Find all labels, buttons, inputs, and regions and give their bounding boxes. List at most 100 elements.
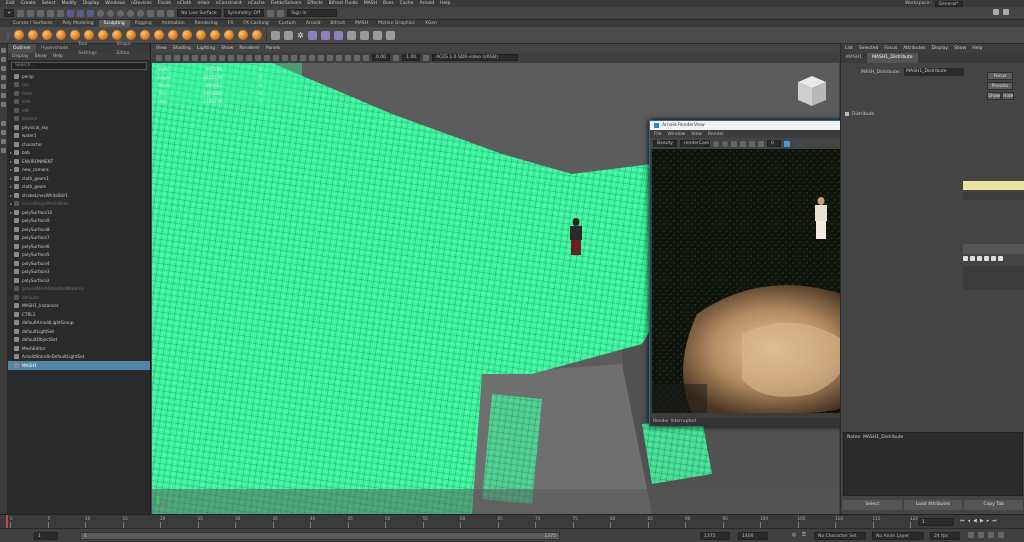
shelf-tab-sculpting[interactable]: Sculpting	[98, 20, 130, 27]
outliner-item[interactable]: defaultObjectSet	[8, 336, 150, 345]
anim-prefs-icon[interactable]	[988, 532, 994, 538]
time-slider[interactable]: 0 5 10 15 20 25 30 35 40 45 50 55 60 65 70 75 80 85 90 95 10…	[0, 514, 1024, 528]
hide-button[interactable]: Hide	[1002, 92, 1015, 100]
current-time-marker[interactable]	[6, 515, 8, 528]
attr-menu-attributes[interactable]: Attributes	[903, 46, 925, 51]
lights-icon[interactable]	[282, 54, 288, 61]
aov-dropdown[interactable]: Beauty	[653, 140, 677, 147]
mesh-icon-3[interactable]	[372, 30, 382, 40]
fill-tool-icon[interactable]	[182, 30, 192, 40]
anim-layer-dropdown[interactable]: No Anim Layer	[872, 532, 924, 540]
shelf-tab-fx-caching[interactable]: FX Caching	[238, 20, 273, 27]
menu-select[interactable]: Select	[42, 1, 56, 6]
new-scene-icon[interactable]	[17, 9, 25, 17]
shelf-tab-fx[interactable]: FX	[223, 20, 239, 27]
menu-edit[interactable]: Edit	[6, 1, 15, 6]
mini-button-4[interactable]	[984, 256, 989, 261]
user-icon[interactable]	[993, 9, 999, 15]
shelf-tab-rendering[interactable]: Rendering	[190, 20, 223, 27]
menu-mash[interactable]: MASH	[364, 1, 377, 6]
attr-menu-focus[interactable]: Focus	[884, 46, 897, 51]
play-back-icon[interactable]: ◀	[973, 518, 977, 524]
bookmark-icon[interactable]	[174, 54, 180, 61]
outliner-item[interactable]: ▸ ENVIRONMENT	[8, 157, 150, 166]
wax-tool-icon[interactable]	[154, 30, 164, 40]
attr-tab-mash1_distribute[interactable]: MASH1_Distribute	[867, 53, 918, 63]
outliner-item[interactable]: side	[8, 98, 150, 107]
outliner-item[interactable]: polySurface2	[8, 276, 150, 285]
save-scene-icon[interactable]	[37, 9, 45, 17]
key-icon[interactable]: ⚿	[802, 532, 806, 538]
range-bar-handle[interactable]: 1 1375	[80, 532, 560, 540]
step-back-icon[interactable]: ◂	[968, 518, 971, 524]
outliner-item[interactable]: polySurface8	[8, 225, 150, 234]
outliner-item[interactable]: CTRL1	[8, 310, 150, 319]
workspace-selector[interactable]: Workspace : General*	[905, 0, 963, 7]
rotate-tool-icon[interactable]	[1, 84, 6, 89]
shelf-tab-poly-modeling[interactable]: Poly Modeling	[58, 20, 99, 27]
layout-single-icon[interactable]	[1, 121, 6, 126]
renderview-menu-render[interactable]: Render	[708, 132, 724, 137]
go-end-icon[interactable]: ⏭	[992, 518, 997, 524]
layer-icon[interactable]	[333, 30, 343, 40]
undo-icon[interactable]	[47, 9, 55, 17]
focus-button[interactable]: Focus	[987, 72, 1013, 80]
shelf-tab-bifrost[interactable]: Bifrost	[325, 20, 350, 27]
viewport-menu-show[interactable]: Show	[221, 46, 233, 51]
mesh-icon-1[interactable]	[346, 30, 356, 40]
highlighted-field[interactable]	[963, 181, 1024, 190]
knife-tool-icon[interactable]	[196, 30, 206, 40]
go-start-icon[interactable]: ⏮	[960, 518, 965, 524]
outliner-item[interactable]: polySurface6	[8, 242, 150, 251]
wireframe-icon[interactable]	[246, 54, 252, 61]
outliner-item[interactable]: character	[8, 140, 150, 149]
outliner-tab-outliner[interactable]: Outliner	[8, 44, 37, 53]
view-cube[interactable]	[798, 76, 826, 106]
outliner-item[interactable]: polySurface4	[8, 259, 150, 268]
attr-menu-show[interactable]: Show	[954, 46, 966, 51]
outliner-item[interactable]: polySurface9	[8, 217, 150, 226]
outliner-tab-hypershade[interactable]: Hypershade	[36, 44, 73, 53]
show-button[interactable]: Show	[987, 92, 1002, 100]
camera-dropdown[interactable]: renderCam	[680, 140, 710, 147]
bulge-tool-icon[interactable]	[224, 30, 234, 40]
asterisk-icon[interactable]: ✲	[297, 31, 304, 40]
viewport-menu-lighting[interactable]: Lighting	[197, 46, 215, 51]
distribute-section-header[interactable]: Distribute	[845, 110, 874, 118]
motion-blur-icon[interactable]	[309, 54, 315, 61]
outliner-item[interactable]: top	[8, 81, 150, 90]
refresh-icon[interactable]	[731, 140, 737, 147]
isolate-icon[interactable]	[327, 54, 333, 61]
last-tool-icon[interactable]	[1, 102, 6, 107]
attr-menu-help[interactable]: Help	[972, 46, 982, 51]
character-set-dropdown[interactable]: No Character Set	[814, 532, 866, 540]
stencil-icon[interactable]	[320, 30, 330, 40]
spray-tool-icon[interactable]	[112, 30, 122, 40]
outliner-item[interactable]: front	[8, 89, 150, 98]
sound-icon[interactable]	[978, 532, 984, 538]
film-gate-icon[interactable]	[201, 54, 207, 61]
viewport-menu-renderer[interactable]: Renderer	[239, 46, 260, 51]
layout-four-icon[interactable]	[1, 130, 6, 135]
outliner-item[interactable]: ArnoldStandInDefaultLightSet	[8, 353, 150, 362]
grid-icon[interactable]	[192, 54, 198, 61]
outliner-item[interactable]: ▸ polySurface10	[8, 208, 150, 217]
attr-ramp[interactable]	[963, 266, 1024, 290]
mask-icon[interactable]	[284, 30, 293, 40]
layout-two-icon[interactable]	[1, 139, 6, 144]
shelf-tab-rigging[interactable]: Rigging	[130, 20, 157, 27]
presets-button[interactable]: Presets	[987, 82, 1013, 90]
shelf-tab-curves-surfaces[interactable]: Curves / Surfaces	[8, 20, 58, 27]
current-frame-field[interactable]: 1	[918, 518, 954, 526]
move-tool-icon[interactable]	[1, 75, 6, 80]
sculpt-tool-icon[interactable]	[14, 30, 24, 40]
relax-tool-icon[interactable]	[42, 30, 52, 40]
mesh-icon-2[interactable]	[359, 30, 369, 40]
menu-help[interactable]: Help	[440, 1, 450, 6]
range-start-field[interactable]: 1	[34, 532, 58, 540]
gamma-field[interactable]: 1.00	[402, 54, 421, 61]
outliner-item[interactable]: ▸ cloth_geom1	[8, 174, 150, 183]
fps-dropdown[interactable]: 24 fps	[930, 532, 960, 540]
amplify-tool-icon[interactable]	[238, 30, 248, 40]
render-icon[interactable]	[157, 9, 165, 17]
